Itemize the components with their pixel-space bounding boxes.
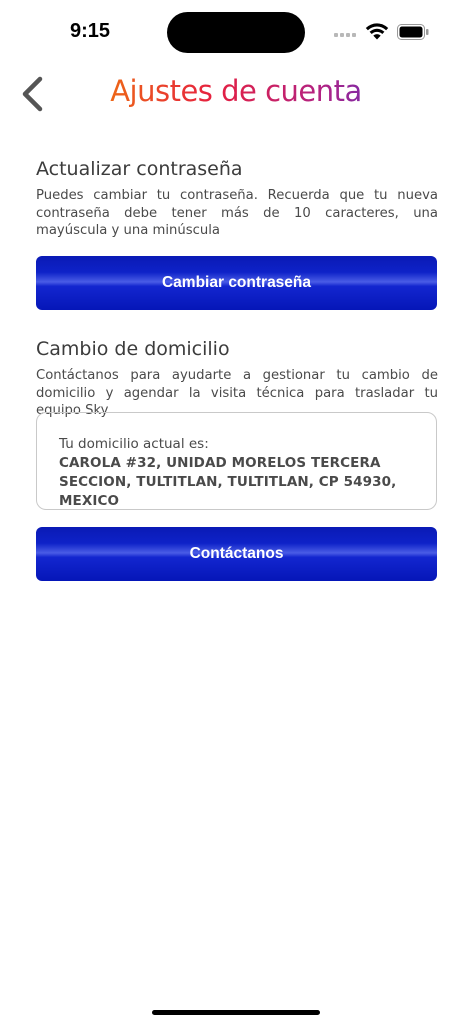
cellular-signal-icon <box>334 33 356 37</box>
wifi-icon <box>365 23 389 40</box>
dynamic-island <box>167 12 305 53</box>
password-section-description: Puedes cambiar tu contraseña. Recuerda q… <box>36 188 438 238</box>
password-section-title: Actualizar contraseña <box>36 158 243 180</box>
page-title: Ajustes de cuenta <box>0 74 472 108</box>
status-time: 9:15 <box>70 20 111 42</box>
change-password-button[interactable]: Cambiar contraseña <box>36 256 437 310</box>
contact-us-button[interactable]: Contáctanos <box>36 527 437 581</box>
current-address-value: CAROLA #32, UNIDAD MORELOS TERCERA SECCI… <box>59 455 397 509</box>
current-address-card: Tu domicilio actual es: CAROLA #32, UNID… <box>36 412 437 510</box>
status-bar: 9:15 <box>0 0 472 64</box>
current-address-label: Tu domicilio actual es: <box>59 436 209 452</box>
home-indicator <box>152 1010 320 1015</box>
address-section-title: Cambio de domicilio <box>36 338 230 360</box>
battery-icon <box>397 24 429 40</box>
